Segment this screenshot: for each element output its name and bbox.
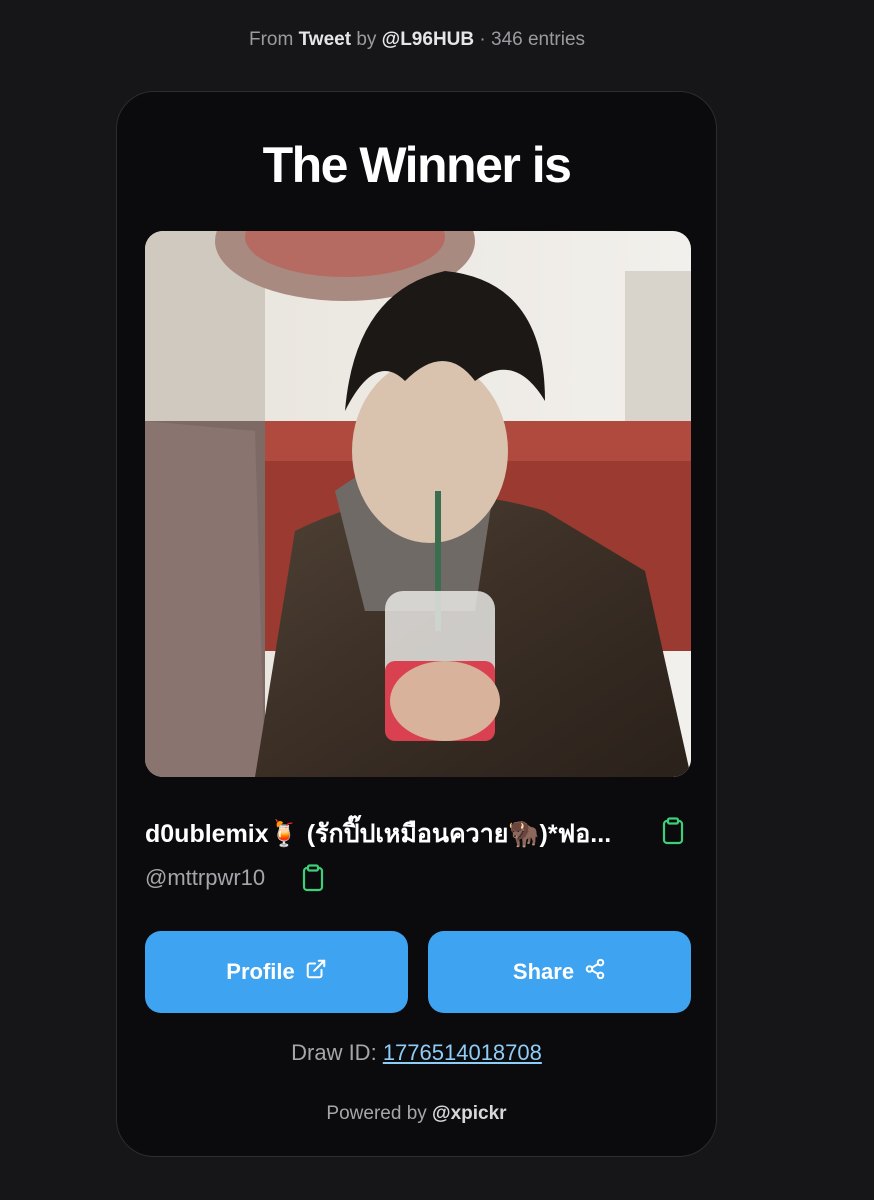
external-link-icon (305, 958, 327, 986)
separator: · (479, 29, 486, 50)
draw-id-label: Draw ID: (291, 1040, 377, 1065)
entries-count: 346 entries (491, 29, 586, 50)
winner-card: The Winner is d0ublemix🍹 (รักปิ๊ปเหมือนค… (116, 91, 717, 1157)
share-icon (584, 958, 606, 986)
clipboard-icon[interactable] (301, 864, 325, 897)
powered-by-brand[interactable]: @xpickr (432, 1103, 507, 1124)
source-line: From Tweet by @L96HUB · 346 entries (0, 29, 834, 51)
share-button-label: Share (512, 959, 575, 984)
from-label: From (248, 29, 294, 50)
winner-name-row: d0ublemix🍹 (รักปิ๊ปเหมือนควาย🦬)*ฟอ... (145, 814, 691, 848)
profile-button-label: Profile (226, 959, 295, 984)
share-button[interactable]: Share (428, 931, 691, 1013)
card-title: The Winner is (262, 137, 572, 193)
powered-by: Powered by @xpickr (117, 1103, 716, 1125)
source-author[interactable]: @L96HUB (382, 29, 474, 50)
profile-button[interactable]: Profile (145, 931, 408, 1013)
source-type: Tweet (298, 29, 352, 50)
clipboard-icon[interactable] (661, 817, 685, 850)
by-label: by (356, 29, 377, 50)
draw-id-link[interactable]: 1776514018708 (383, 1040, 542, 1065)
winner-photo (145, 231, 691, 777)
powered-by-label: Powered by (326, 1103, 427, 1124)
winner-handle: @mttrpwr10 (145, 865, 266, 890)
draw-id: Draw ID: 1776514018708 (117, 1040, 716, 1066)
winner-photo-image (145, 231, 691, 777)
winner-name: d0ublemix🍹 (รักปิ๊ปเหมือนควาย🦬)*ฟอ... (145, 820, 612, 848)
